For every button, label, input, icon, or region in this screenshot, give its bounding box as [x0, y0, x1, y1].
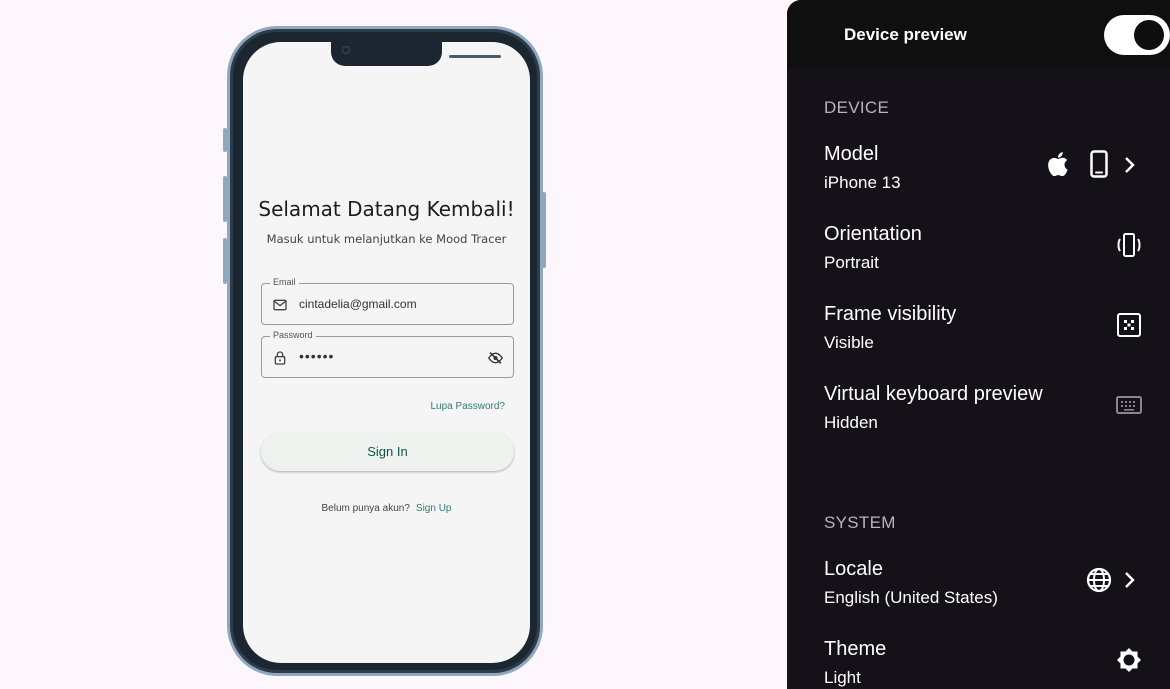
speaker: [449, 55, 501, 58]
device-preview-panel: Device preview DEVICE Model iPhone 13 Or…: [787, 0, 1170, 689]
email-field[interactable]: Email cintadelia@gmail.com: [261, 277, 514, 325]
chevron-right-icon: [1125, 572, 1135, 588]
forgot-password-link[interactable]: Lupa Password?: [431, 401, 506, 412]
orientation-title: Orientation: [824, 223, 922, 245]
sign-up-link[interactable]: Sign Up: [416, 503, 452, 514]
email-label: Email: [270, 277, 299, 287]
keyboard-title: Virtual keyboard preview: [824, 383, 1043, 405]
orientation-value: Portrait: [824, 253, 879, 272]
frame-title: Frame visibility: [824, 303, 957, 325]
password-value: ••••••: [299, 348, 335, 364]
visibility-off-icon[interactable]: [487, 350, 504, 366]
login-title: Selamat Datang Kembali!: [258, 197, 515, 221]
mute-switch: [223, 128, 227, 152]
chevron-right-icon: [1125, 157, 1135, 173]
phone-icon: [1090, 150, 1108, 178]
password-field[interactable]: Password ••••••: [261, 330, 514, 378]
volume-down-button: [223, 238, 227, 284]
no-account-text: Belum punya akun?: [321, 503, 410, 514]
preview-stage: Selamat Datang Kembali! Masuk untuk mela…: [0, 0, 787, 689]
frame-value: Visible: [824, 333, 874, 352]
power-button: [542, 192, 546, 268]
camera-icon: [342, 46, 350, 54]
sign-in-button[interactable]: Sign In: [261, 433, 514, 471]
model-value: iPhone 13: [824, 173, 901, 192]
phone-frame: Selamat Datang Kembali! Masuk untuk mela…: [227, 26, 543, 676]
mail-icon: [273, 299, 287, 311]
panel-header: Device preview: [787, 0, 1170, 68]
theme-value: Light: [824, 668, 861, 687]
screen-rotation-icon: [1117, 233, 1141, 257]
keyboard-icon: [1116, 396, 1142, 414]
signup-row: Belum punya akun? Sign Up: [243, 503, 530, 514]
model-title: Model: [824, 143, 879, 165]
device-section-header: DEVICE: [824, 98, 890, 117]
phone-screen: Selamat Datang Kembali! Masuk untuk mela…: [243, 42, 530, 663]
keyboard-value: Hidden: [824, 413, 878, 432]
theme-title: Theme: [824, 638, 887, 660]
globe-icon: [1086, 567, 1112, 593]
brightness-icon: [1117, 648, 1141, 672]
login-subtitle: Masuk untuk melanjutkan ke Mood Tracer: [266, 232, 507, 246]
phone-notch: [331, 42, 501, 66]
toggle-knob: [1134, 20, 1164, 50]
system-section-header: SYSTEM: [824, 513, 896, 532]
volume-up-button: [223, 176, 227, 222]
apple-icon: [1048, 152, 1068, 177]
device-preview-toggle[interactable]: [1104, 15, 1170, 55]
locale-value: English (United States): [824, 588, 998, 607]
email-value: cintadelia@gmail.com: [299, 297, 417, 311]
lock-icon: [274, 351, 286, 365]
panel-title: Device preview: [844, 25, 967, 44]
password-label: Password: [270, 330, 316, 340]
locale-title: Locale: [824, 558, 883, 580]
frame-icon: [1117, 313, 1141, 337]
